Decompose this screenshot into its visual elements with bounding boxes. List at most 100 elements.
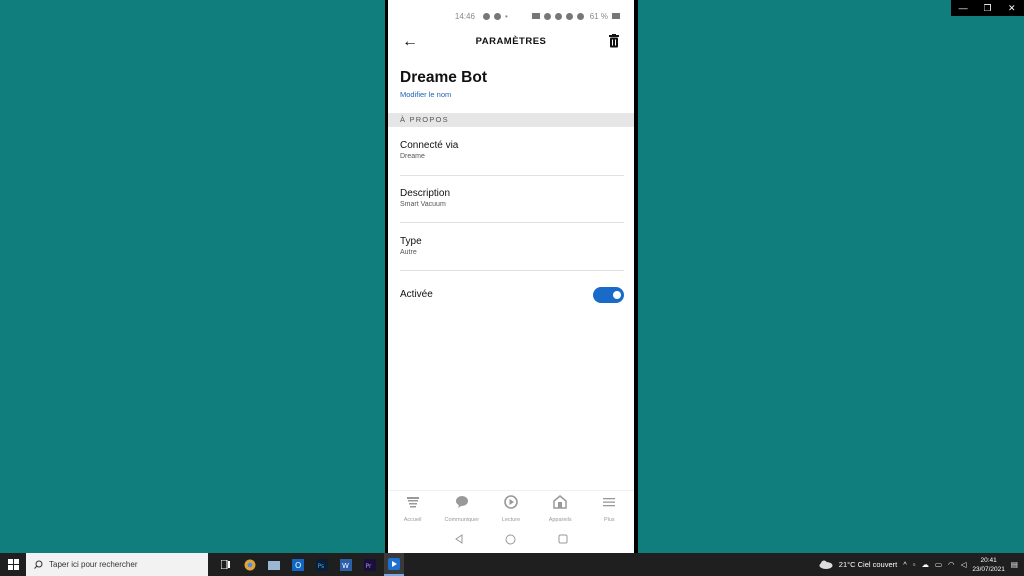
phone-frame: 14:46 • 61 % ← PARAMÈTRES Dreame Bot Mod… <box>385 0 638 553</box>
wifi-icon <box>565 12 573 20</box>
chat-icon <box>455 496 468 508</box>
location-icon <box>543 12 551 20</box>
search-icon <box>34 560 43 569</box>
nav-label: Accueil <box>403 517 422 523</box>
row-value: Smart Vacuum <box>400 201 446 208</box>
svg-text:W: W <box>342 562 349 570</box>
volume-icon[interactable]: ◁ <box>961 560 967 569</box>
android-recents-icon[interactable] <box>558 534 568 544</box>
photoshop-icon: Ps <box>316 558 328 571</box>
android-nav-bar <box>388 530 634 548</box>
facebook-icon <box>493 12 501 20</box>
divider <box>400 175 624 176</box>
window-controls: — ❐ ✕ <box>951 0 1024 16</box>
android-home-icon[interactable] <box>505 534 516 545</box>
svg-text:Ps: Ps <box>318 563 325 570</box>
nav-label: Lecture <box>501 517 521 523</box>
status-bar: 14:46 • 61 % <box>388 9 634 23</box>
enabled-toggle[interactable] <box>593 287 624 303</box>
task-view-button[interactable] <box>216 553 236 576</box>
nav-label: Plus <box>603 517 615 523</box>
taskbar-search[interactable]: Taper ici pour rechercher <box>26 553 208 576</box>
phone-screen: 14:46 • 61 % ← PARAMÈTRES Dreame Bot Mod… <box>388 0 634 553</box>
chrome-icon <box>244 559 256 570</box>
restore-button[interactable]: ❐ <box>978 3 996 14</box>
devices-icon <box>553 495 567 509</box>
section-header-about: À PROPOS <box>388 113 634 127</box>
row-value: Autre <box>400 249 417 256</box>
svg-text:O: O <box>295 561 301 570</box>
toggle-knob <box>613 291 621 299</box>
signal-icon <box>576 12 584 20</box>
screen-mirror-button[interactable] <box>384 553 404 576</box>
outlook-icon: O <box>292 558 304 571</box>
clock-time: 20:41 <box>980 556 997 564</box>
taskbar: Taper ici pour rechercher O Ps W Pr 21°C… <box>0 553 1024 576</box>
page-title: PARAMÈTRES <box>475 36 547 47</box>
nav-label: Communiquer <box>444 517 480 523</box>
messenger-icon <box>482 12 490 20</box>
weather-text[interactable]: 21°C Ciel couvert <box>839 560 897 569</box>
nav-communicate[interactable]: Communiquer <box>438 491 486 525</box>
minimize-button[interactable]: — <box>954 3 972 13</box>
svg-text:Pr: Pr <box>366 563 373 570</box>
battery-icon <box>612 13 620 19</box>
nav-play[interactable]: Lecture <box>487 491 535 525</box>
chevron-up-icon[interactable]: ^ <box>903 560 907 569</box>
onedrive-icon[interactable]: ☁ <box>921 560 929 569</box>
photoshop-button[interactable]: Ps <box>312 553 332 576</box>
folder-icon <box>268 560 280 570</box>
row-enabled: Activée <box>400 289 624 300</box>
device-name: Dreame Bot <box>400 69 487 86</box>
nav-more[interactable]: Plus <box>585 491 633 525</box>
mute-icon <box>554 12 562 20</box>
row-title: Description <box>400 188 451 199</box>
rename-link[interactable]: Modifier le nom <box>400 90 451 99</box>
nav-home[interactable]: Accueil <box>389 491 437 525</box>
notifications-icon[interactable]: ▤ <box>1011 560 1018 569</box>
windows-logo-icon <box>7 559 19 570</box>
close-button[interactable]: ✕ <box>1003 3 1021 14</box>
bottom-nav: Accueil Communiquer Lecture Appareils Pl… <box>388 490 634 525</box>
file-explorer-button[interactable] <box>264 553 284 576</box>
dot-icon: • <box>504 11 508 21</box>
trash-icon[interactable] <box>608 34 620 48</box>
app-bar: ← PARAMÈTRES <box>388 30 634 54</box>
tray-icon[interactable]: ▫ <box>913 560 916 569</box>
divider <box>400 222 624 223</box>
chrome-button[interactable] <box>240 553 260 576</box>
nav-devices[interactable]: Appareils <box>536 491 584 525</box>
row-title: Connecté via <box>400 140 459 151</box>
cloud-icon <box>819 560 833 569</box>
cast-icon <box>531 13 540 19</box>
nav-label: Appareils <box>548 517 572 523</box>
play-icon <box>504 495 518 509</box>
battery-tray-icon[interactable]: ▭ <box>935 560 942 569</box>
search-placeholder: Taper ici pour rechercher <box>49 560 138 569</box>
menu-icon <box>603 498 616 507</box>
row-description[interactable]: Description Smart Vacuum <box>400 188 624 208</box>
android-back-icon[interactable] <box>454 534 464 544</box>
row-value: Dreame <box>400 153 425 160</box>
divider <box>400 270 624 271</box>
row-connected-via[interactable]: Connecté via Dreame <box>400 140 624 160</box>
status-time: 14:46 <box>454 11 475 21</box>
outlook-button[interactable]: O <box>288 553 308 576</box>
premiere-icon: Pr <box>364 558 376 571</box>
toggle-label: Activée <box>400 289 433 300</box>
clock-date: 23/07/2021 <box>972 565 1005 573</box>
word-button[interactable]: W <box>336 553 356 576</box>
taskbar-apps: O Ps W Pr <box>216 553 404 576</box>
start-button[interactable] <box>0 553 26 576</box>
home-icon <box>406 497 419 508</box>
row-title: Type <box>400 236 422 247</box>
network-icon[interactable]: ◠ <box>948 560 955 569</box>
premiere-button[interactable]: Pr <box>360 553 380 576</box>
mirror-app-icon <box>388 557 400 570</box>
word-icon: W <box>340 558 352 571</box>
clock[interactable]: 20:41 23/07/2021 <box>972 556 1005 574</box>
row-type[interactable]: Type Autre <box>400 236 624 256</box>
task-view-icon <box>221 560 230 569</box>
battery-percent: 61 % <box>589 11 608 21</box>
system-tray: 21°C Ciel couvert ^ ▫ ☁ ▭ ◠ ◁ 20:41 23/0… <box>819 553 1024 576</box>
